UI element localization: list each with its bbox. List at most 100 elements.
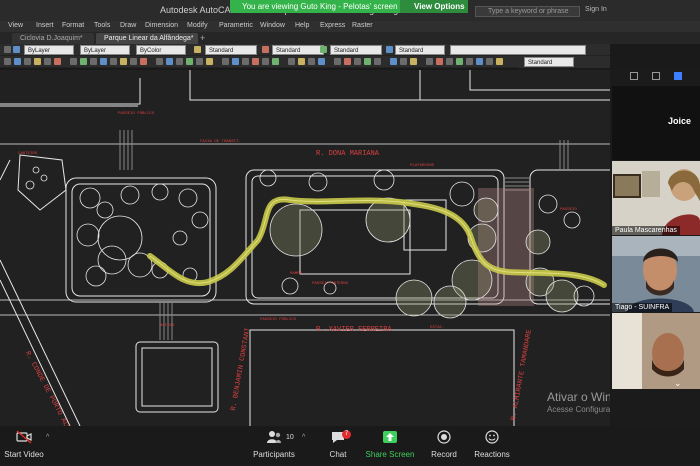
scale-icon[interactable] bbox=[110, 58, 117, 65]
render-icon[interactable] bbox=[410, 58, 417, 65]
share-screen-button[interactable]: Share Screen bbox=[360, 430, 420, 459]
menu-format[interactable]: Format bbox=[62, 22, 84, 29]
menu-raster[interactable]: Raster bbox=[352, 22, 373, 29]
linetype-dropdown[interactable]: ByLayer bbox=[80, 45, 130, 55]
move-icon[interactable] bbox=[70, 58, 77, 65]
view-options-button[interactable]: View Options bbox=[400, 0, 468, 13]
participants-options-caret-icon[interactable]: ^ bbox=[302, 434, 305, 441]
participant-name-paula: Paula Mascarenhas bbox=[612, 226, 680, 235]
mtext-icon[interactable] bbox=[272, 58, 279, 65]
menu-express[interactable]: Express bbox=[320, 22, 345, 29]
menu-draw[interactable]: Draw bbox=[120, 22, 136, 29]
dim-style-icon[interactable] bbox=[262, 46, 269, 53]
strip-view-icon[interactable] bbox=[652, 72, 660, 80]
circle-icon[interactable] bbox=[24, 58, 31, 65]
mleader-style-icon[interactable] bbox=[386, 46, 393, 53]
block-icon[interactable] bbox=[288, 58, 295, 65]
help-search-input[interactable]: Type a keyword or phrase bbox=[475, 6, 580, 17]
svg-text:ACESSO: ACESSO bbox=[160, 324, 175, 328]
table-style-dropdown[interactable]: Standard bbox=[330, 45, 382, 55]
mleader-style-dropdown[interactable]: Standard bbox=[395, 45, 445, 55]
share-banner-text: You are viewing Guto King - Pelotas' scr… bbox=[242, 2, 398, 11]
trim-icon[interactable] bbox=[120, 58, 127, 65]
properties-icon[interactable] bbox=[446, 58, 453, 65]
insert-block-icon[interactable] bbox=[298, 58, 305, 65]
chat-button[interactable]: 7 Chat bbox=[308, 430, 368, 459]
calculator-icon[interactable] bbox=[496, 58, 503, 65]
menu-insert[interactable]: Insert bbox=[36, 22, 54, 29]
zoom-icon[interactable] bbox=[156, 58, 163, 65]
arc-icon[interactable] bbox=[34, 58, 41, 65]
line-icon[interactable] bbox=[4, 58, 11, 65]
video-options-caret-icon[interactable]: ^ bbox=[46, 434, 49, 441]
menu-window[interactable]: Window bbox=[260, 22, 285, 29]
style-icon[interactable] bbox=[194, 46, 201, 53]
snap-icon[interactable] bbox=[334, 58, 341, 65]
text-icon[interactable] bbox=[262, 58, 269, 65]
participant-tile-guest[interactable] bbox=[612, 313, 700, 389]
sheet-set-icon[interactable] bbox=[476, 58, 483, 65]
match-prop-icon[interactable] bbox=[196, 58, 203, 65]
menu-modify[interactable]: Modify bbox=[187, 22, 208, 29]
speaker-view-icon[interactable] bbox=[630, 72, 638, 80]
tab-parque-linear[interactable]: Parque Linear da Alfândega* bbox=[96, 33, 198, 44]
layer-dropdown[interactable]: ByLayer bbox=[24, 45, 74, 55]
mirror-icon[interactable] bbox=[100, 58, 107, 65]
publish-icon[interactable] bbox=[436, 58, 443, 65]
visual-style-dropdown[interactable]: Standard bbox=[524, 57, 574, 67]
tool-icon[interactable] bbox=[4, 46, 11, 53]
offset-icon[interactable] bbox=[140, 58, 147, 65]
street-label-dona-mariana: R. DONA MARIANA bbox=[316, 150, 380, 158]
participants-button[interactable]: 10 Participants bbox=[244, 430, 304, 459]
layer-state-dropdown[interactable] bbox=[450, 45, 586, 55]
menu-tools[interactable]: Tools bbox=[94, 22, 110, 29]
image-icon[interactable] bbox=[318, 58, 325, 65]
markup-icon[interactable] bbox=[486, 58, 493, 65]
participant-tile-joice[interactable]: Joice bbox=[612, 86, 700, 160]
tab-ciclovia[interactable]: Ciclovia D.Joaquim* bbox=[12, 33, 94, 44]
copy-icon[interactable] bbox=[80, 58, 87, 65]
sign-in-button[interactable]: Sign In bbox=[585, 6, 607, 13]
color-dropdown[interactable]: ByColor bbox=[136, 45, 186, 55]
layer-prop-icon[interactable] bbox=[186, 58, 193, 65]
measure-icon[interactable] bbox=[206, 58, 213, 65]
menu-view[interactable]: View bbox=[8, 22, 23, 29]
dim-linear-icon[interactable] bbox=[222, 58, 229, 65]
dim-angular-icon[interactable] bbox=[252, 58, 259, 65]
menu-help[interactable]: Help bbox=[295, 22, 309, 29]
zoom-toolbar: Start Video ^ 10 Participants ^ 7 Chat S… bbox=[0, 426, 700, 466]
layer-icon[interactable] bbox=[13, 46, 20, 53]
reactions-button[interactable]: Reactions bbox=[462, 430, 522, 459]
new-tab-icon[interactable]: + bbox=[200, 33, 205, 43]
ortho-icon[interactable] bbox=[354, 58, 361, 65]
polyline-icon[interactable] bbox=[14, 58, 21, 65]
hatch-icon[interactable] bbox=[54, 58, 61, 65]
participant-tile-paula[interactable]: Paula Mascarenhas bbox=[612, 161, 700, 235]
ucs-icon[interactable] bbox=[390, 58, 397, 65]
dim-style-dropdown[interactable]: Standard bbox=[272, 45, 324, 55]
dim-aligned-icon[interactable] bbox=[232, 58, 239, 65]
pan-icon[interactable] bbox=[166, 58, 173, 65]
table-style-icon[interactable] bbox=[320, 46, 327, 53]
xref-icon[interactable] bbox=[308, 58, 315, 65]
gallery-view-icon[interactable] bbox=[674, 72, 682, 80]
dim-radius-icon[interactable] bbox=[242, 58, 249, 65]
osnap-icon[interactable] bbox=[374, 58, 381, 65]
svg-text:RAMPA: RAMPA bbox=[290, 272, 303, 276]
grid-icon[interactable] bbox=[344, 58, 351, 65]
participant-tile-tiago[interactable]: Tiago - SUINFRA bbox=[612, 236, 700, 312]
menu-dimension[interactable]: Dimension bbox=[145, 22, 178, 29]
chevron-down-icon[interactable]: ⌄ bbox=[674, 378, 682, 389]
tool-palettes-icon[interactable] bbox=[466, 58, 473, 65]
rectangle-icon[interactable] bbox=[44, 58, 51, 65]
polar-icon[interactable] bbox=[364, 58, 371, 65]
text-style-dropdown[interactable]: Standard bbox=[205, 45, 257, 55]
drawing-canvas[interactable]: PASSEIO PÚBLICO FAIXA DE TRANSIT. PLAYGR… bbox=[0, 70, 610, 426]
regen-icon[interactable] bbox=[176, 58, 183, 65]
design-center-icon[interactable] bbox=[456, 58, 463, 65]
rotate-icon[interactable] bbox=[90, 58, 97, 65]
extend-icon[interactable] bbox=[130, 58, 137, 65]
menu-parametric[interactable]: Parametric bbox=[219, 22, 253, 29]
plot-icon[interactable] bbox=[426, 58, 433, 65]
view-cube-icon[interactable] bbox=[400, 58, 407, 65]
